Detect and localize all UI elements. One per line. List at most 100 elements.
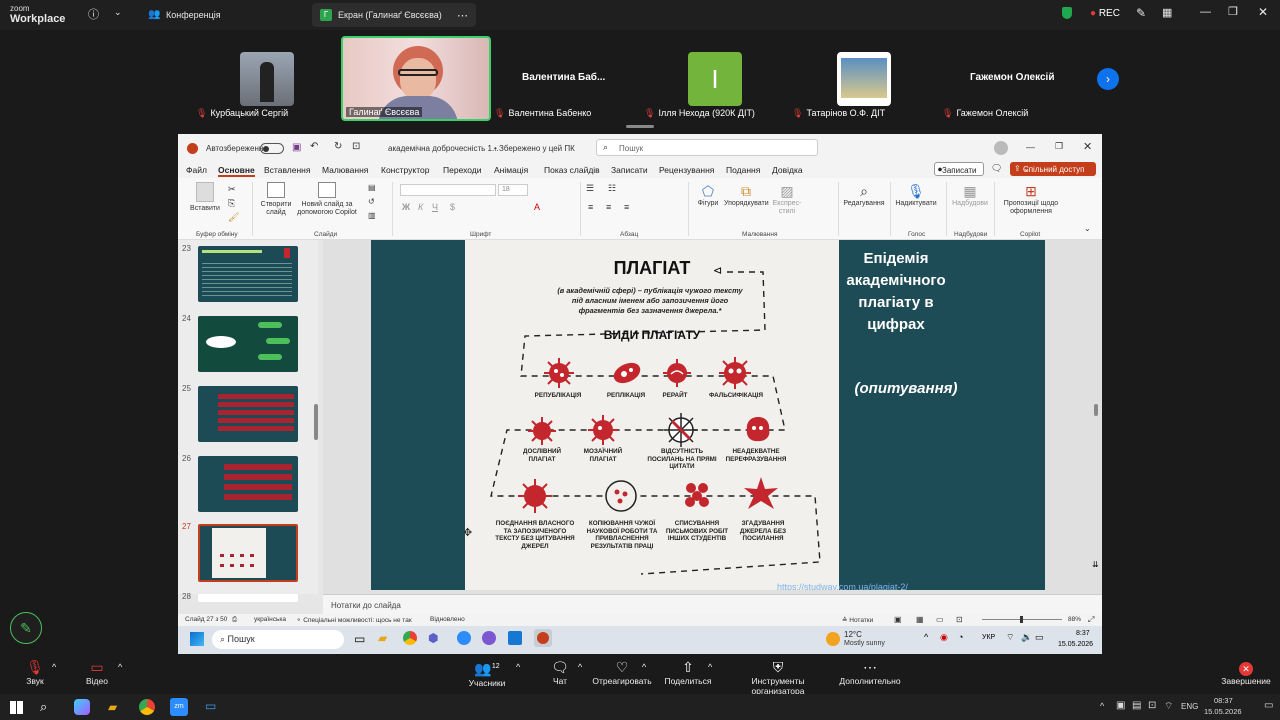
spellcheck-icon[interactable]: ⎙ [232, 616, 237, 624]
minimize-icon[interactable]: — [1026, 142, 1035, 152]
tab-review[interactable]: Рецензування [659, 165, 714, 175]
copilot-design-button[interactable]: ⊞ Пропозиції щодо оформлення [998, 182, 1064, 216]
zoom-app-icon[interactable]: zm [170, 698, 188, 716]
tab-transitions[interactable]: Переходи [443, 165, 482, 175]
chat-button[interactable]: 🗨 Чат [546, 658, 574, 686]
slideshow-icon[interactable]: ⊡ [352, 141, 360, 152]
tab-animations[interactable]: Анімація [494, 165, 528, 175]
cut-icon[interactable]: ✂ [228, 184, 236, 195]
chrome-icon[interactable] [403, 631, 417, 645]
font-color-icon[interactable]: A [534, 202, 540, 212]
windows-start-icon[interactable] [10, 701, 23, 714]
copilot-slide-button[interactable]: Новий слайд за допомогою Copilot [296, 182, 358, 217]
bold-icon[interactable]: Ж [402, 202, 410, 212]
tab-file[interactable]: Файл [186, 165, 207, 175]
normal-view-icon[interactable]: ▣ [894, 615, 902, 624]
bullets-icon[interactable]: ☰ [586, 183, 594, 194]
editing-button[interactable]: ⌕ Редагування [842, 182, 886, 208]
font-size-select[interactable]: 18 [498, 184, 528, 196]
font-family-select[interactable] [400, 184, 496, 196]
chevron-up-icon[interactable]: ^ [578, 662, 582, 672]
tab-draw[interactable]: Малювання [322, 165, 368, 175]
pen-icon[interactable]: ✎ [1136, 6, 1146, 20]
tab-record[interactable]: Записати [611, 165, 648, 175]
host-tools-button[interactable]: ⛨ Инструменты организатора [724, 658, 832, 696]
taskbar-search[interactable]: ⌕ Пошук [212, 630, 344, 649]
redo-icon[interactable]: ↻ [334, 141, 342, 152]
format-painter-icon[interactable]: 🖌 [228, 212, 239, 223]
participants-button[interactable]: 👥12 Учасники [462, 658, 512, 688]
undo-icon[interactable]: ↶ [310, 141, 318, 152]
viber-icon[interactable] [482, 631, 496, 645]
notes-pane[interactable]: Нотатки до слайда [323, 594, 1102, 614]
dictate-button[interactable]: 🎙 Надиктувати [894, 182, 938, 208]
tab-insert[interactable]: Вставлення [264, 165, 310, 175]
chevron-up-icon[interactable]: ^ [516, 662, 520, 672]
video-button[interactable]: ▭ Відео [80, 658, 114, 686]
more-button[interactable]: ⋯ Дополнительно [838, 658, 902, 686]
canvas-scrollbar[interactable] [1094, 404, 1098, 416]
underline-icon[interactable]: Ч [432, 202, 438, 212]
tab-help[interactable]: Довідка [772, 165, 803, 175]
slide-thumbnail-selected[interactable] [198, 524, 298, 582]
strike-icon[interactable]: $ [450, 202, 455, 212]
chevron-up-icon[interactable]: ^ [52, 662, 56, 672]
align-left-icon[interactable]: ≡ [588, 202, 593, 212]
share-screen-button[interactable]: ⇧ Поделиться [662, 658, 714, 686]
slide-thumbnail[interactable] [198, 456, 298, 512]
copilot-icon[interactable] [74, 699, 90, 715]
arrange-button[interactable]: ⧉ Упорядкувати [724, 182, 769, 208]
chrome-icon[interactable] [139, 699, 155, 715]
explorer-icon[interactable]: ▰ [108, 700, 117, 714]
task-view-icon[interactable]: ▭ [354, 632, 365, 646]
paste-button[interactable]: Вставити [190, 182, 220, 213]
avatar[interactable]: І [688, 52, 742, 106]
slide-thumbnail[interactable] [198, 594, 298, 602]
fit-slide-icon[interactable]: ⤢ [1088, 615, 1094, 625]
reading-view-icon[interactable]: ▭ [936, 615, 944, 624]
sorter-view-icon[interactable]: ▦ [916, 615, 924, 624]
active-speaker-video[interactable]: Галинаґ Євсєєва [341, 36, 491, 121]
info-icon[interactable]: ⓘ [88, 6, 99, 22]
align-right-icon[interactable]: ≡ [624, 202, 629, 212]
tray-app-icon[interactable]: ◔ [958, 632, 963, 642]
chevron-up-icon[interactable]: ^ [118, 662, 122, 672]
record-button[interactable]: ⏺ Записати [934, 162, 984, 176]
addins-button[interactable]: ▦ Надбудови [950, 182, 990, 208]
chevron-down-icon[interactable]: ⌄ [1084, 224, 1091, 233]
battery-icon[interactable]: ▭ [1035, 632, 1044, 643]
teams-icon[interactable]: ⬢ [428, 631, 438, 645]
share-button[interactable]: ⇪ Спільний доступ ⌄ [1010, 162, 1096, 176]
more-icon[interactable]: ⋯ [457, 9, 468, 22]
copy-icon[interactable]: ⎘ [228, 198, 235, 209]
tab-home[interactable]: Основне [218, 165, 255, 177]
tab-conference[interactable]: 👥 Конференція [140, 3, 308, 27]
annotate-button[interactable]: ✎ [10, 612, 42, 644]
outlook-icon[interactable] [508, 631, 522, 645]
search-box[interactable]: ⌕ Пошук [596, 139, 818, 156]
quick-styles-button[interactable]: ▨ Експрес-стилі [770, 182, 804, 216]
end-button[interactable]: ✕ Завершение [1220, 658, 1272, 686]
reset-icon[interactable]: ↺ [368, 197, 375, 206]
thumbnail-scrollbar[interactable] [314, 404, 318, 440]
window-icon[interactable]: ▭ [205, 699, 216, 713]
chevron-down-icon[interactable]: ⌄ [114, 7, 122, 18]
shield-icon[interactable] [1062, 7, 1072, 19]
tray-app-icon[interactable]: ⊡ [1148, 700, 1156, 711]
notification-icon[interactable]: ▭ [1264, 700, 1273, 711]
avatar[interactable] [837, 52, 891, 106]
close-icon[interactable]: ✕ [1258, 5, 1268, 19]
maximize-icon[interactable]: ❐ [1055, 141, 1063, 152]
tray-app-icon[interactable]: ▤ [1132, 700, 1141, 711]
slide-thumbnail[interactable] [198, 316, 298, 372]
numbering-icon[interactable]: ☷ [608, 183, 616, 194]
drag-handle[interactable] [626, 125, 654, 128]
account-avatar[interactable] [994, 141, 1008, 155]
wifi-icon[interactable]: ⌔ [1164, 700, 1173, 713]
layout-icon[interactable]: ▤ [368, 183, 376, 192]
explorer-icon[interactable]: ▰ [378, 631, 387, 645]
tray-app-icon[interactable]: ▣ [1116, 700, 1125, 711]
tab-screen-share[interactable]: Г Екран (Галинаґ Євсєєва) ⋯ [312, 3, 476, 27]
windows-start-icon[interactable] [190, 632, 204, 646]
maximize-icon[interactable]: ❐ [1228, 5, 1238, 18]
